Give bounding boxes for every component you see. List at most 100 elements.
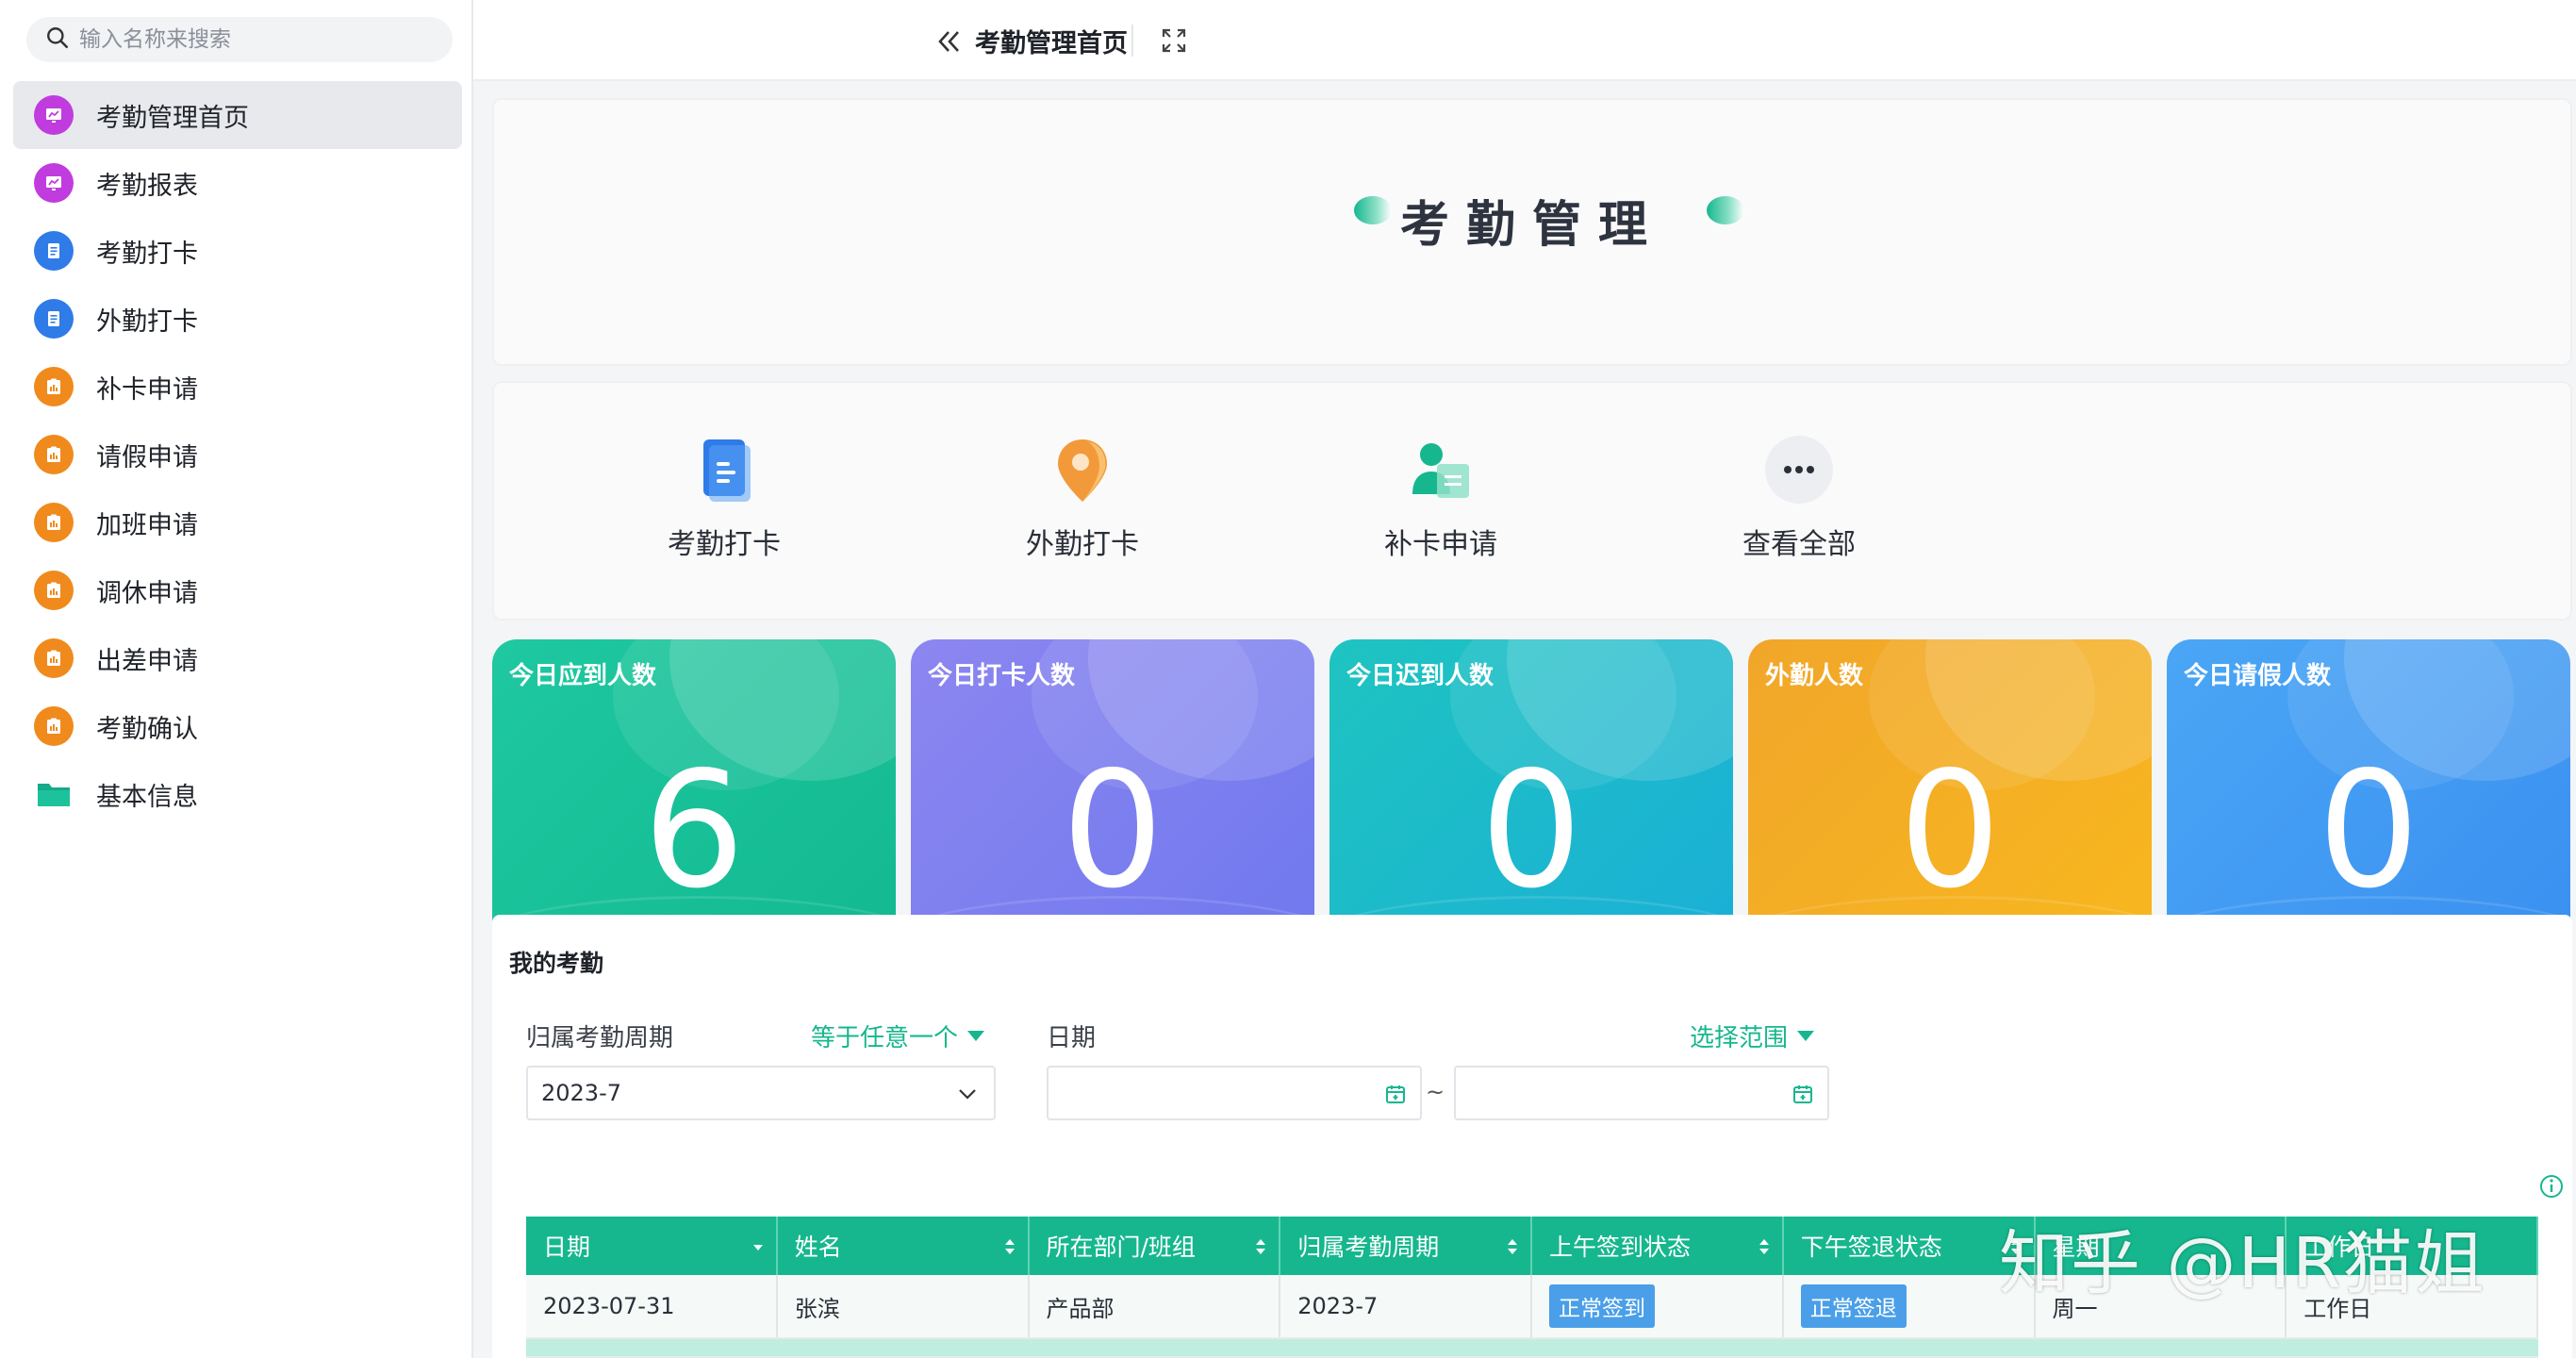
form-icon bbox=[34, 706, 74, 746]
form-icon bbox=[34, 638, 74, 678]
form-icon bbox=[34, 367, 74, 406]
sidebar-nav: 考勤管理首页 考勤报表考勤打卡外勤打卡补卡申请请假申请加班申请调休申请出差申请考勤… bbox=[13, 81, 462, 828]
quick-item-label: 查看全部 bbox=[1742, 528, 1856, 561]
caret-down-icon bbox=[1797, 1031, 1815, 1041]
column-header[interactable]: 上午签到状态 bbox=[1532, 1217, 1784, 1275]
quick-item-label: 外勤打卡 bbox=[1026, 528, 1139, 561]
column-header-label: 所在部门/班组 bbox=[1046, 1234, 1196, 1261]
sidebar-item[interactable]: 考勤打卡 bbox=[13, 217, 462, 285]
sidebar-item-label: 加班申请 bbox=[96, 510, 198, 540]
sidebar-item[interactable]: 基本信息 bbox=[13, 760, 462, 828]
column-header-label: 归属考勤周期 bbox=[1297, 1234, 1440, 1261]
period-value: 2023-7 bbox=[541, 1080, 622, 1106]
table-cell: 正常签到 bbox=[1532, 1275, 1784, 1337]
quick-item-field-clock-in[interactable]: 外勤打卡 bbox=[969, 432, 1196, 562]
chart-icon bbox=[34, 95, 74, 135]
operator-text: 等于任意一个 bbox=[811, 1024, 959, 1052]
sidebar-item[interactable]: 调休申请 bbox=[13, 556, 462, 624]
column-header[interactable]: 归属考勤周期 bbox=[1280, 1217, 1532, 1275]
clipboard-icon bbox=[686, 432, 762, 507]
collapse-sidebar-icon[interactable] bbox=[930, 23, 967, 60]
user-card-icon bbox=[1403, 432, 1478, 507]
sidebar-item[interactable]: 考勤管理首页 bbox=[13, 81, 462, 149]
quick-item-label: 补卡申请 bbox=[1384, 528, 1497, 561]
date-end-input[interactable] bbox=[1454, 1066, 1829, 1120]
cell-text: 张滨 bbox=[794, 1295, 840, 1322]
sidebar-item[interactable]: 请假申请 bbox=[13, 421, 462, 489]
form-icon bbox=[34, 503, 74, 542]
column-header[interactable]: 姓名 bbox=[778, 1217, 1030, 1275]
table-cell: 2023-7 bbox=[1280, 1275, 1532, 1337]
cell-text: 产品部 bbox=[1046, 1295, 1115, 1322]
form-icon bbox=[34, 571, 74, 610]
fullscreen-icon[interactable] bbox=[1158, 25, 1190, 57]
column-header[interactable]: 所在部门/班组 bbox=[1030, 1217, 1281, 1275]
document-icon bbox=[34, 231, 74, 271]
column-header-label: 日期 bbox=[543, 1234, 591, 1261]
date-start-input[interactable] bbox=[1047, 1066, 1422, 1120]
sort-icon bbox=[1758, 1235, 1771, 1256]
sidebar-item[interactable]: 考勤报表 bbox=[13, 149, 462, 217]
date-filter-label: 日期 bbox=[1047, 1024, 1097, 1052]
period-filter-operator[interactable]: 等于任意一个 bbox=[811, 1018, 985, 1053]
page-title: 考勤管理首页 bbox=[975, 29, 1128, 58]
stat-value: 0 bbox=[2317, 737, 2420, 924]
quick-item-clock-in[interactable]: 考勤打卡 bbox=[611, 432, 837, 562]
location-pin-icon bbox=[1045, 432, 1120, 507]
sort-icon bbox=[1506, 1235, 1519, 1256]
main-content: 考勤管理 考勤打卡 外勤打卡 补卡申请 查看全部 今日应到人数 6 今日打卡人数… bbox=[473, 81, 2576, 1358]
sort-icon bbox=[1003, 1235, 1016, 1256]
sidebar-item[interactable]: 出差申请 bbox=[13, 624, 462, 692]
sidebar-item-label: 考勤报表 bbox=[96, 171, 198, 201]
column-header-label: 上午签到状态 bbox=[1549, 1234, 1692, 1261]
stat-value: 6 bbox=[642, 737, 746, 924]
sidebar-item-label: 基本信息 bbox=[96, 782, 198, 812]
caret-down-icon bbox=[751, 1235, 765, 1256]
table-cell: 正常签退 bbox=[1784, 1275, 2036, 1337]
stat-value: 0 bbox=[1061, 737, 1164, 924]
column-header-label: 下午签退状态 bbox=[1800, 1234, 1942, 1261]
sidebar-item-label: 考勤确认 bbox=[96, 714, 198, 744]
decor-dot-right bbox=[1707, 196, 1744, 224]
stat-value: 0 bbox=[1479, 737, 1583, 924]
sidebar-item-label: 请假申请 bbox=[96, 442, 198, 472]
stat-title: 今日应到人数 bbox=[509, 662, 657, 690]
table-cell: 产品部 bbox=[1030, 1275, 1281, 1337]
status-badge: 正常签到 bbox=[1549, 1284, 1655, 1328]
quick-item-view-all[interactable]: 查看全部 bbox=[1686, 432, 1912, 562]
sidebar-item-label: 出差申请 bbox=[96, 646, 198, 676]
stat-title: 外勤人数 bbox=[1765, 662, 1864, 690]
stat-value: 0 bbox=[1898, 737, 2002, 924]
sort-icon bbox=[1254, 1235, 1267, 1256]
banner: 考勤管理 bbox=[492, 98, 2572, 366]
search-box[interactable] bbox=[26, 17, 453, 62]
date-filter-operator[interactable]: 选择范围 bbox=[1690, 1018, 1815, 1053]
search-icon bbox=[45, 25, 70, 54]
folder-icon bbox=[34, 774, 74, 814]
column-header-label: 姓名 bbox=[794, 1234, 842, 1261]
sidebar-item-label: 外勤打卡 bbox=[96, 306, 198, 337]
calendar-icon bbox=[1793, 1085, 1812, 1103]
sidebar-item[interactable]: 考勤确认 bbox=[13, 692, 462, 760]
search-input[interactable] bbox=[79, 27, 438, 52]
column-header[interactable]: 下午签退状态 bbox=[1784, 1217, 2036, 1275]
sidebar-item-label: 考勤打卡 bbox=[96, 239, 198, 269]
table-cell: 2023-07-31 bbox=[526, 1275, 778, 1337]
banner-title: 考勤管理 bbox=[1399, 197, 1664, 254]
table-row-partial bbox=[526, 1339, 2538, 1358]
divider bbox=[1131, 25, 1133, 57]
info-icon[interactable] bbox=[2538, 1173, 2565, 1200]
sidebar-item[interactable]: 外勤打卡 bbox=[13, 285, 462, 353]
period-filter-label: 归属考勤周期 bbox=[526, 1024, 674, 1052]
quick-item-reissue[interactable]: 补卡申请 bbox=[1328, 432, 1554, 562]
chart-icon bbox=[34, 163, 74, 203]
column-header[interactable]: 日期 bbox=[526, 1217, 778, 1275]
quick-actions: 考勤打卡 外勤打卡 补卡申请 查看全部 bbox=[492, 381, 2572, 621]
sidebar-item[interactable]: 加班申请 bbox=[13, 489, 462, 556]
calendar-icon bbox=[1386, 1085, 1405, 1103]
chevron-down-icon bbox=[959, 1089, 976, 1100]
period-select[interactable]: 2023-7 bbox=[526, 1066, 996, 1120]
sidebar-item-label: 考勤管理首页 bbox=[96, 103, 249, 133]
sidebar-item[interactable]: 补卡申请 bbox=[13, 353, 462, 421]
sidebar: 考勤管理首页考勤报表考勤打卡外勤打卡补卡申请请假申请加班申请调休申请出差申请考勤… bbox=[0, 0, 473, 1358]
